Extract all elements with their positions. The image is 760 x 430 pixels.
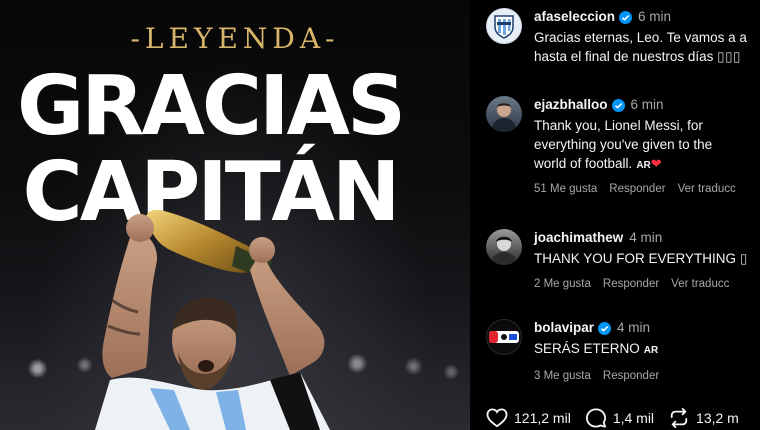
comment-username[interactable]: ejazbhalloo [534,96,608,114]
post-image[interactable]: -LEYENDA- GRACIAS CAPITÁN [0,0,470,430]
person-avatar-icon [491,236,517,265]
comment-time[interactable]: 6 min [638,8,671,26]
comment-text-line: everything you've given to the [534,137,713,152]
comment-text-line: Thank you, Lionel Messi, for [534,118,703,133]
like-action[interactable]: 121,2 mil [486,407,571,428]
comment-likes-count[interactable]: 2 Me gusta [534,278,591,290]
see-translation-link[interactable]: Ver traducc [671,278,729,290]
comments-panel: afaseleccion 6 min Gracias eternas, Leo.… [470,0,760,430]
comments-count: 1,4 mil [612,409,655,426]
bolavip-logo-avatar[interactable] [486,319,522,355]
comment-likes-count[interactable]: 3 Me gusta [534,370,591,382]
comment-text-line: THANK YOU FOR EVERYTHING [534,251,737,266]
reply-button[interactable]: Responder [609,183,665,195]
person-avatar-icon [491,103,517,132]
emoji-placeholder-glyphs: ▯▯▯ [717,49,741,64]
comment-time[interactable]: 4 min [617,319,650,337]
verified-badge-icon [598,321,612,335]
comment-username[interactable]: bolavipar [534,319,594,337]
comment-action[interactable]: 1,4 mil [585,407,655,428]
heart-icon[interactable] [486,407,508,428]
comment-likes-count[interactable]: 51 Me gusta [534,183,597,195]
verified-badge-icon [611,98,625,112]
player-holding-trophy-illustration [95,209,330,430]
reply-button[interactable]: Responder [603,370,659,382]
verified-badge-icon [619,10,633,24]
comment-text-line: hasta el final de nuestros días [534,49,714,64]
repost-action[interactable]: 13,2 m [668,407,739,428]
comment-text-line: SERÁS ETERNO [534,341,640,356]
comment-username[interactable]: joachimathew [534,229,623,247]
user-avatar[interactable] [486,96,522,132]
comment-bubble-icon[interactable] [585,407,607,428]
bolavip-logo-icon [489,331,519,343]
comment-text-line: world of football. [534,156,633,171]
afa-crest-avatar[interactable] [486,8,522,44]
comment-time[interactable]: 4 min [629,229,662,247]
reply-button[interactable]: Responder [603,278,659,290]
repost-icon[interactable] [668,407,690,428]
reposts-count: 13,2 m [696,409,739,426]
post-actions-bar: 121,2 mil 1,4 mil 13,2 m [486,405,760,430]
emoji-placeholder-glyphs: ▯ [739,251,748,266]
likes-count: 121,2 mil [514,409,571,426]
ar-badge: AR [636,160,651,171]
comment-time[interactable]: 6 min [631,96,664,114]
red-heart-emoji-icon: ❤ [650,156,662,171]
user-avatar[interactable] [486,229,522,265]
afa-crest-icon [494,15,514,39]
comment-username[interactable]: afaseleccion [534,8,615,26]
ar-badge: AR [643,345,659,356]
see-translation-link[interactable]: Ver traducc [678,183,736,195]
comment-text-line: Gracias eternas, Leo. Te vamos a a [534,30,747,45]
